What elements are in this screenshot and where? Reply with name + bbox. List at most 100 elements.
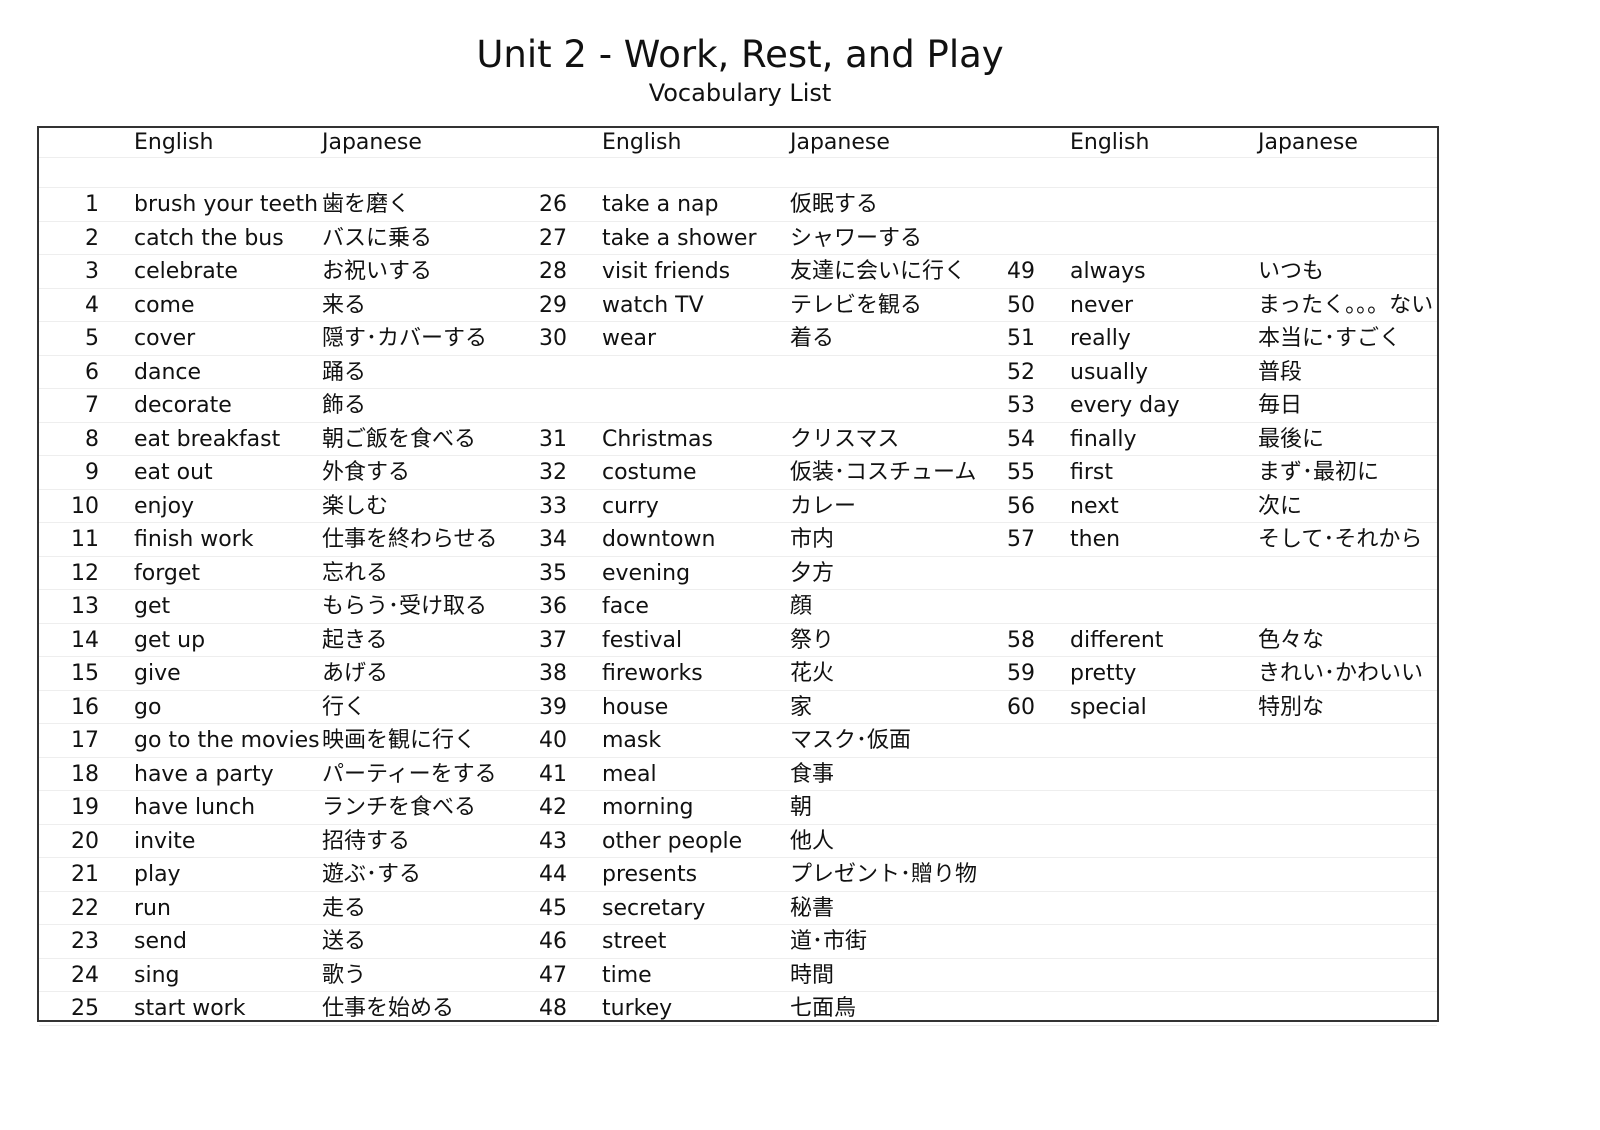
english-term: face [602,594,649,619]
entry-number: 44 [539,862,567,887]
table-row: 12 forget 忘れる 35 evening 夕方 [39,557,1437,590]
entry-number: 25 [71,996,99,1021]
japanese-term: 花火 [790,661,835,686]
japanese-term: いつも [1258,259,1325,284]
table-row: 7 decorate 飾る 53 every day 毎日 [39,389,1437,423]
table-row: 13 get もらう･受け取る 36 face 顔 [39,590,1437,624]
japanese-term: 次に [1258,493,1303,519]
entry-number: 38 [539,661,567,686]
japanese-term: 祭り [790,627,835,653]
table-row: 11 finish work 仕事を終わらせる 34 downtown 市内 57 then そ… [39,523,1437,557]
table-row: 17 go to the movies 映画を観に行く 40 mask マスク･仮面 [39,724,1437,758]
japanese-term: 普段 [1258,359,1303,385]
english-term: watch TV [602,292,704,318]
english-term: meal [602,761,657,787]
entry-number: 2 [85,225,99,251]
japanese-term: 顔 [790,594,813,619]
japanese-term: あげる [322,661,389,686]
english-term: run [134,895,171,921]
english-term: have a party [134,761,274,787]
english-term: fireworks [602,661,703,686]
english-term: cover [134,326,196,351]
entry-number [975,925,1035,958]
japanese-term: 映画を観に行く [322,728,477,753]
japanese-term: 送る [322,929,367,954]
japanese-term: パーティーをする [322,761,497,787]
english-term: every day [1070,393,1180,418]
english-term: take a nap [602,192,719,217]
entry-number [507,389,567,422]
column-header-english: English [602,130,682,155]
entry-number: 5 [85,326,99,351]
english-term: play [134,862,181,887]
japanese-term: 歯を磨く [322,192,411,217]
english-term: downtown [602,527,716,552]
english-term: street [602,929,667,954]
entry-number: 55 [1007,460,1035,485]
entry-number [975,959,1035,992]
japanese-term: カレー [790,493,857,519]
english-term: usually [1070,359,1149,385]
japanese-term: クリスマス [790,426,900,452]
entry-number: 15 [71,661,99,686]
entry-number: 14 [71,627,99,653]
entry-number: 47 [539,962,567,988]
english-term: time [602,962,652,988]
japanese-term: ランチを食べる [322,795,477,820]
entry-number [975,188,1035,221]
table-row: 21 play 遊ぶ･する 44 presents プレゼント･贈り物 [39,858,1437,892]
entry-number: 7 [85,393,99,418]
entry-number: 56 [1007,493,1035,519]
entry-number: 48 [539,996,567,1021]
japanese-term: きれい･かわいい [1258,661,1424,686]
table-row: 14 get up 起きる 37 festival 祭り 58 different 色々な [39,624,1437,657]
document-subtitle: Vocabulary List [648,79,832,107]
entry-number: 29 [539,292,567,318]
japanese-term: 隠す･カバーする [322,326,488,351]
japanese-term: マスク･仮面 [790,728,912,753]
japanese-term: 本当に･すごく [1258,326,1402,351]
entry-number: 30 [539,326,567,351]
entry-number [975,724,1035,757]
table-row: 6 dance 踊る 52 usually 普段 [39,356,1437,389]
entry-number [975,791,1035,824]
entry-number: 43 [539,828,567,854]
english-term: curry [602,493,659,519]
english-term: dance [134,359,202,385]
table-row: 5 cover 隠す･カバーする 30 wear 着る 51 really 本当に･すごく [39,322,1437,356]
japanese-term: お祝いする [322,259,433,284]
english-term: costume [602,460,697,485]
entry-number: 54 [1007,426,1035,452]
english-term: morning [602,795,694,820]
japanese-term: 仮眠する [790,192,879,217]
table-row: 24 sing 歌う 47 time 時間 [39,959,1437,992]
entry-number: 33 [539,493,567,519]
english-term: never [1070,292,1134,318]
english-term: take a shower [602,225,757,251]
entry-number: 39 [539,694,567,720]
english-term: send [134,929,187,954]
entry-number [975,758,1035,791]
japanese-term: まったく。。。ない [1258,292,1434,318]
entry-number: 23 [71,929,99,954]
english-term: give [134,661,181,686]
english-term: enjoy [134,493,195,519]
japanese-term: そして･それから [1258,527,1423,552]
japanese-term: 仮装･コスチューム [790,460,977,485]
entry-number: 11 [71,527,99,552]
english-term: mask [602,728,662,753]
japanese-term: 色々な [1258,627,1325,653]
japanese-term: 仕事を始める [322,996,455,1021]
japanese-term: 友達に会いに行く [790,259,967,284]
english-term: wear [602,326,657,351]
table-row: 19 have lunch ランチを食べる 42 morning 朝 [39,791,1437,825]
entry-number: 34 [539,527,567,552]
japanese-term: 起きる [322,627,388,653]
english-term: catch the bus [134,225,284,251]
english-term: other people [602,828,743,854]
japanese-term: プレゼント･贈り物 [790,862,978,887]
japanese-term: まず･最初に [1258,460,1380,485]
table-row: 23 send 送る 46 street 道･市街 [39,925,1437,959]
english-term: start work [134,996,246,1021]
english-term: forget [134,560,200,586]
